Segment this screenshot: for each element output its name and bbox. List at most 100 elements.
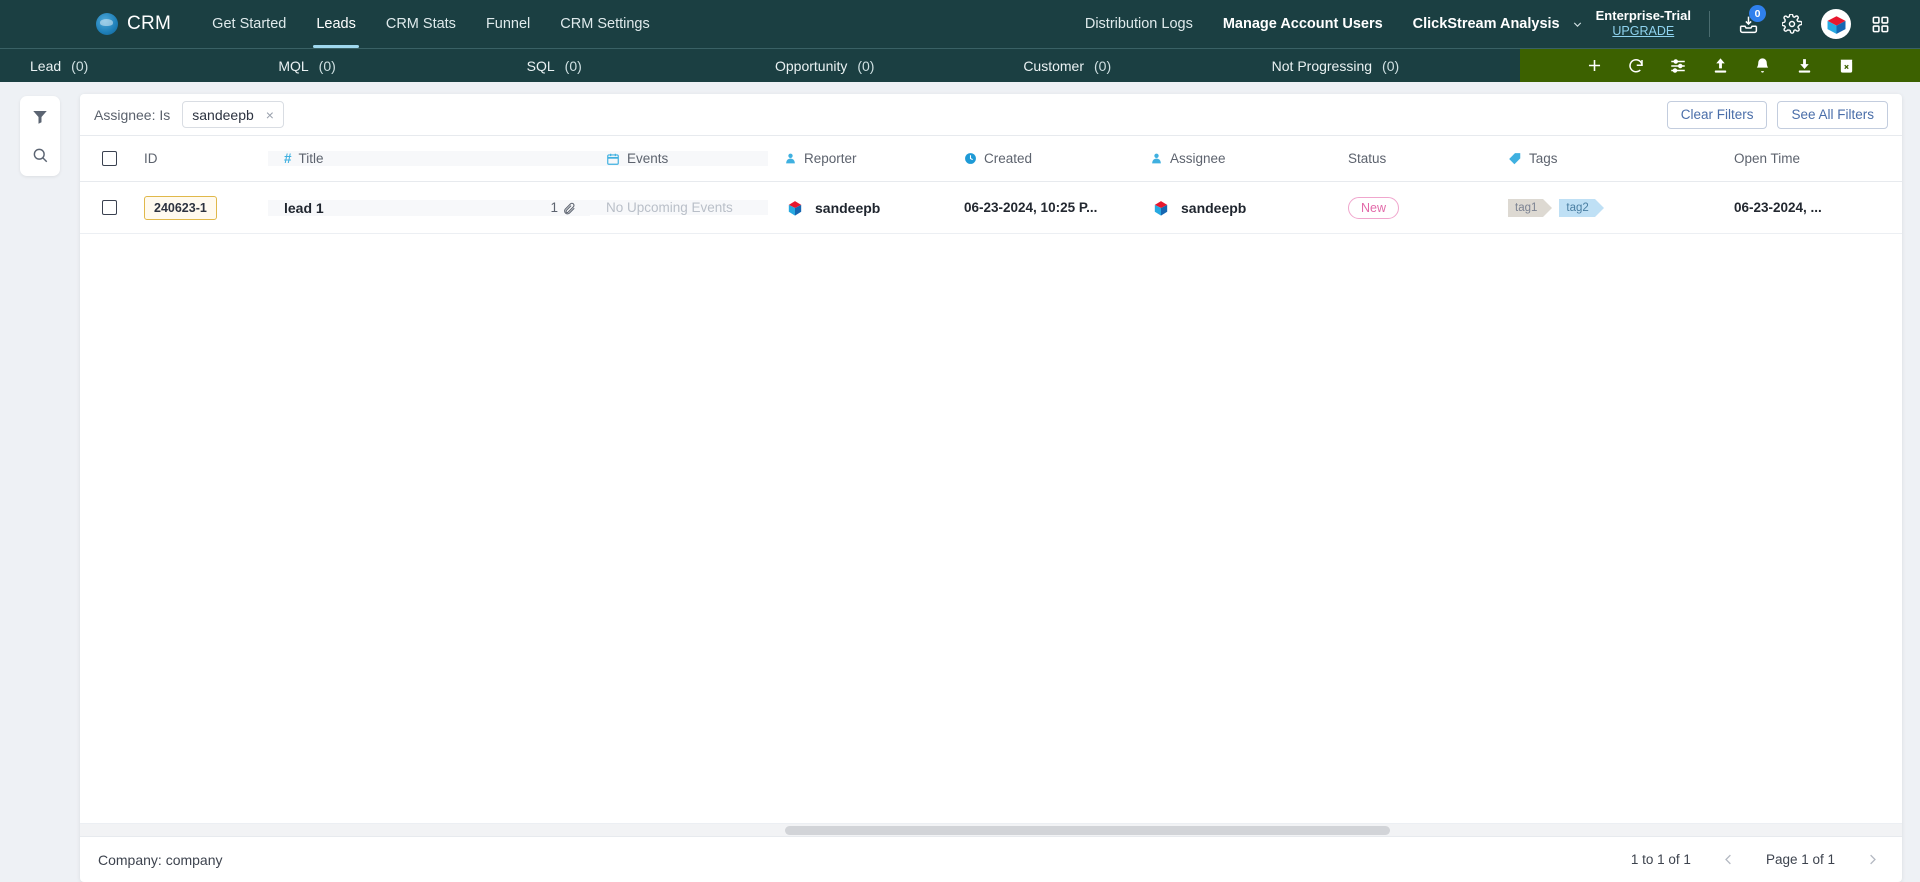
column-header-created[interactable]: Created	[948, 151, 1134, 166]
see-all-filters-button[interactable]: See All Filters	[1777, 100, 1888, 129]
tag-icon	[1508, 152, 1522, 166]
paperclip-icon	[562, 201, 576, 215]
stage-tab-not-progressing[interactable]: Not Progressing (0)	[1272, 58, 1520, 74]
filter-actions: Clear Filters See All Filters	[1666, 100, 1888, 129]
delete-icon[interactable]	[1833, 53, 1859, 79]
chevron-left-icon[interactable]	[1717, 852, 1740, 867]
table-row[interactable]: 240623-1 lead 1 1 No Upcoming Events san…	[80, 182, 1902, 234]
avatar	[1150, 197, 1172, 219]
left-tool-rail	[0, 82, 80, 882]
column-header-tags[interactable]: Tags	[1492, 151, 1718, 166]
cell-status: New	[1332, 196, 1492, 219]
inbox-download-icon[interactable]: 0	[1731, 5, 1766, 41]
nav-item-leads[interactable]: Leads	[301, 0, 371, 48]
column-header-reporter[interactable]: Reporter	[768, 151, 948, 166]
events-empty-text: No Upcoming Events	[606, 200, 733, 215]
lead-title-link[interactable]: lead 1	[284, 200, 324, 216]
stage-label: Opportunity	[774, 57, 848, 74]
column-header-status[interactable]: Status	[1332, 151, 1492, 166]
brand[interactable]: CRM	[96, 13, 171, 35]
stage-count: (0)	[857, 57, 875, 74]
column-header-title[interactable]: # Title	[268, 151, 590, 166]
add-icon[interactable]	[1581, 53, 1607, 79]
select-all-header[interactable]	[80, 151, 128, 166]
horizontal-scrollbar-thumb[interactable]	[785, 826, 1390, 835]
tag-chip[interactable]: tag1	[1508, 198, 1553, 217]
stage-label: Not Progressing	[1271, 57, 1373, 74]
download-icon[interactable]	[1791, 53, 1817, 79]
cell-tags: tag1 tag2	[1492, 198, 1718, 217]
nav-item-crm-settings[interactable]: CRM Settings	[545, 0, 664, 48]
stage-label: Lead	[30, 57, 62, 74]
nav-item-funnel[interactable]: Funnel	[471, 0, 545, 48]
column-header-events[interactable]: Events	[590, 151, 768, 166]
nav-item-manage-account-users[interactable]: Manage Account Users	[1208, 0, 1398, 48]
clock-icon	[964, 152, 977, 165]
funnel-filter-icon[interactable]	[29, 106, 51, 128]
assignee-name: sandeepb	[1181, 199, 1247, 216]
cell-open-time: 06-23-2024, ...	[1718, 200, 1898, 215]
stage-tab-lead[interactable]: Lead (0)	[0, 58, 278, 74]
attachment-count-value: 1	[550, 200, 558, 215]
cell-id: 240623-1	[128, 195, 268, 220]
column-header-open-time[interactable]: Open Time	[1718, 151, 1898, 166]
top-nav-right-group: Distribution Logs Manage Account Users C…	[1070, 0, 1920, 48]
column-header-assignee[interactable]: Assignee	[1134, 151, 1332, 166]
stage-tab-mql[interactable]: MQL (0)	[278, 58, 526, 74]
status-badge[interactable]: New	[1348, 196, 1400, 219]
stage-count: (0)	[1382, 57, 1400, 74]
cell-reporter: sandeepb	[768, 197, 948, 219]
grid-apps-icon[interactable]	[1863, 7, 1897, 41]
avatar	[1821, 9, 1851, 39]
trial-plan-block[interactable]: Enterprise-Trial UPGRADE	[1596, 8, 1691, 40]
upload-icon[interactable]	[1707, 53, 1733, 79]
left-tool-rail-card	[20, 96, 60, 176]
nav-item-get-started[interactable]: Get Started	[197, 0, 301, 48]
filter-chip-value: sandeepb	[192, 106, 254, 123]
cell-title: lead 1 1	[268, 199, 590, 216]
refresh-icon[interactable]	[1623, 53, 1649, 79]
clear-filters-button[interactable]: Clear Filters	[1666, 100, 1768, 129]
close-icon[interactable]: ×	[266, 107, 274, 123]
search-icon[interactable]	[29, 144, 51, 166]
tag-chip[interactable]: tag2	[1559, 198, 1605, 217]
stage-label: SQL	[526, 57, 555, 74]
column-label: Title	[298, 151, 324, 166]
settings-sliders-icon[interactable]	[1665, 53, 1691, 79]
row-select-checkbox-cell[interactable]	[80, 200, 128, 215]
brand-name: CRM	[127, 13, 172, 34]
cell-assignee: sandeepb	[1134, 197, 1332, 219]
stage-tab-opportunity[interactable]: Opportunity (0)	[775, 58, 1023, 74]
chevron-right-icon[interactable]	[1861, 852, 1884, 867]
attachment-count: 1	[550, 200, 576, 215]
checkbox-icon[interactable]	[102, 151, 117, 166]
nav-item-clickstream-analysis[interactable]: ClickStream Analysis	[1398, 0, 1575, 48]
stage-tab-sql[interactable]: SQL (0)	[527, 58, 775, 74]
filter-chip-assignee[interactable]: sandeepb ×	[182, 101, 284, 128]
column-label: ID	[144, 151, 158, 166]
cube-avatar-icon[interactable]	[1819, 7, 1853, 41]
gear-icon[interactable]	[1775, 7, 1809, 41]
filter-bar: Assignee: Is sandeepb × Clear Filters Se…	[80, 94, 1902, 136]
horizontal-scrollbar[interactable]	[80, 823, 1902, 836]
table-empty-space	[80, 234, 1902, 823]
leads-table: ID # Title Events Reporter Created Assig…	[80, 136, 1902, 836]
notification-count-badge: 0	[1749, 5, 1766, 22]
result-range: 1 to 1 of 1	[1630, 852, 1691, 867]
column-label: Created	[984, 151, 1033, 166]
id-badge[interactable]: 240623-1	[144, 195, 217, 220]
column-label: Status	[1348, 151, 1387, 166]
stage-count: (0)	[318, 57, 336, 74]
cloud-logo-icon	[96, 13, 118, 35]
nav-item-crm-stats[interactable]: CRM Stats	[371, 0, 471, 48]
top-navigation-bar: CRM Get Started Leads CRM Stats Funnel C…	[0, 0, 1920, 48]
nav-item-distribution-logs[interactable]: Distribution Logs	[1070, 0, 1208, 48]
column-header-id[interactable]: ID	[128, 151, 268, 166]
checkbox-icon[interactable]	[102, 200, 117, 215]
pagination: 1 to 1 of 1 Page 1 of 1	[1631, 852, 1884, 867]
stage-tab-customer[interactable]: Customer (0)	[1023, 58, 1271, 74]
hash-icon: #	[284, 151, 292, 166]
bell-icon[interactable]	[1749, 53, 1775, 79]
upgrade-link[interactable]: UPGRADE	[1596, 24, 1691, 40]
stage-label: MQL	[278, 57, 309, 74]
